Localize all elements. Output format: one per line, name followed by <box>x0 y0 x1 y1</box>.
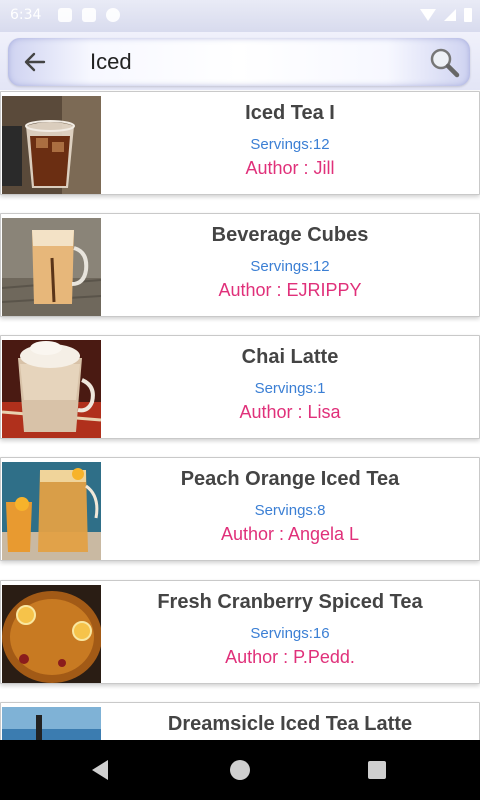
recipe-title: Beverage Cubes <box>211 224 369 246</box>
system-icons <box>420 8 472 22</box>
recipe-info: Chai Latte Servings:1 Author : Lisa <box>101 336 479 438</box>
nav-recents-icon[interactable] <box>368 761 386 779</box>
search-button[interactable] <box>428 46 462 80</box>
recipe-thumbnail <box>2 340 101 438</box>
recipe-author: Author : Angela L <box>220 524 360 544</box>
recipe-info: Beverage Cubes Servings:12 Author : EJRI… <box>101 214 479 316</box>
recipe-servings: Servings:16 <box>250 625 330 642</box>
recipe-list[interactable]: Iced Tea I Servings:12 Author : Jill Bev… <box>0 90 480 740</box>
recipe-card[interactable]: Iced Tea I Servings:12 Author : Jill <box>0 91 480 195</box>
nav-home-icon[interactable] <box>230 760 250 780</box>
recipe-card[interactable]: Chai Latte Servings:1 Author : Lisa <box>0 335 480 439</box>
search-input[interactable]: Iced <box>90 49 132 75</box>
recipe-info: Peach Orange Iced Tea Servings:8 Author … <box>101 458 479 560</box>
battery-icon <box>464 8 472 22</box>
recipe-info: Fresh Cranberry Spiced Tea Servings:16 A… <box>101 581 479 683</box>
status-bar: 6:34 <box>0 0 480 32</box>
arrow-left-icon <box>24 52 46 72</box>
settings-notification-icon <box>58 8 72 22</box>
wifi-icon <box>420 9 436 21</box>
recipe-info: Dreamsicle Iced Tea Latte <box>101 703 479 740</box>
recipe-author: Author : EJRIPPY <box>218 280 362 300</box>
status-time: 6:34 <box>10 7 42 23</box>
recipe-card[interactable]: Peach Orange Iced Tea Servings:8 Author … <box>0 457 480 561</box>
recipe-info: Iced Tea I Servings:12 Author : Jill <box>101 92 479 194</box>
recipe-title: Dreamsicle Iced Tea Latte <box>167 713 413 735</box>
recipe-thumbnail <box>2 218 101 316</box>
recipe-card[interactable]: Dreamsicle Iced Tea Latte <box>0 702 480 740</box>
sd-card-notification-icon <box>82 8 96 22</box>
search-bar: Iced <box>8 38 470 86</box>
system-nav-bar <box>0 740 480 800</box>
recipe-title: Chai Latte <box>241 346 339 368</box>
recipe-servings: Servings:12 <box>250 258 330 275</box>
recipe-servings: Servings:12 <box>250 136 330 153</box>
recipe-thumbnail <box>2 462 101 560</box>
do-not-disturb-icon <box>106 8 120 22</box>
recipe-title: Fresh Cranberry Spiced Tea <box>157 591 423 613</box>
notification-icons <box>58 8 120 22</box>
recipe-card[interactable]: Fresh Cranberry Spiced Tea Servings:16 A… <box>0 580 480 684</box>
recipe-author: Author : Jill <box>245 158 335 178</box>
recipe-card[interactable]: Beverage Cubes Servings:12 Author : EJRI… <box>0 213 480 317</box>
recipe-author: Author : Lisa <box>239 402 341 422</box>
search-header: Iced <box>0 32 480 90</box>
cell-signal-icon <box>444 9 456 21</box>
recipe-servings: Servings:1 <box>254 380 326 397</box>
back-button[interactable] <box>22 50 48 74</box>
recipe-thumbnail <box>2 96 101 194</box>
recipe-title: Peach Orange Iced Tea <box>180 468 400 490</box>
recipe-thumbnail <box>2 585 101 683</box>
recipe-title: Iced Tea I <box>245 102 335 124</box>
recipe-servings: Servings:8 <box>254 502 326 519</box>
recipe-author: Author : P.Pedd. <box>225 647 355 667</box>
magnifier-icon <box>430 48 460 78</box>
recipe-thumbnail <box>2 707 101 740</box>
nav-back-icon[interactable] <box>92 760 108 780</box>
